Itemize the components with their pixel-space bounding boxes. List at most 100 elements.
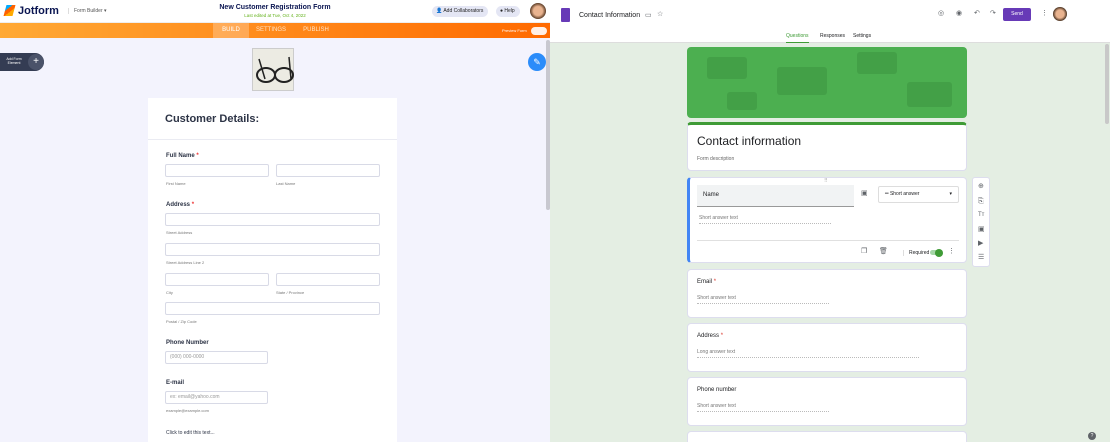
- form-heading[interactable]: Customer Details:: [165, 113, 259, 125]
- question-toolbar: ⊕ ⎘ Tт ▣ ▶ ☰: [972, 177, 990, 267]
- tab-settings[interactable]: Settings: [853, 33, 871, 39]
- help-button[interactable]: ● Help: [496, 6, 520, 17]
- avatar[interactable]: [1053, 7, 1067, 21]
- question-card[interactable]: Phone number Short answer text: [687, 377, 967, 426]
- question-label: Address *: [697, 333, 723, 339]
- question-type-label: Short answer: [889, 191, 920, 197]
- zip-input[interactable]: [165, 302, 380, 315]
- add-title-icon[interactable]: Tт: [978, 212, 984, 218]
- tab-publish[interactable]: PUBLISH: [297, 23, 335, 38]
- required-mark: *: [196, 153, 199, 159]
- street2-input[interactable]: [165, 243, 380, 256]
- scrollbar[interactable]: [1105, 44, 1109, 124]
- divider: [697, 240, 959, 241]
- undo-icon[interactable]: ↶: [974, 10, 980, 17]
- city-input[interactable]: [165, 273, 269, 286]
- add-question-icon[interactable]: ⊕: [978, 183, 984, 190]
- email-label: E-mail: [166, 380, 185, 386]
- preview-toggle[interactable]: [531, 27, 547, 35]
- street-sublabel: Street Address: [166, 230, 193, 235]
- question-title-input[interactable]: Name: [697, 185, 854, 207]
- required-mark: *: [713, 279, 717, 285]
- forms-logo-icon: [561, 8, 570, 22]
- tab-settings[interactable]: SETTINGS: [251, 23, 291, 38]
- google-forms-panel: Contact Information ▭ ☆ ◎ ◉ ↶ ↷ Send ⋮ Q…: [550, 0, 1110, 442]
- question-card[interactable]: Address * Long answer text: [687, 323, 967, 372]
- header-banner: [687, 47, 967, 118]
- question-text: Address: [697, 333, 720, 339]
- folder-icon[interactable]: ▭: [645, 12, 652, 19]
- question-label: Phone number: [697, 387, 737, 393]
- add-image-icon[interactable]: ▣: [978, 226, 985, 233]
- chevron-down-icon: ▾: [949, 191, 952, 197]
- state-input[interactable]: [276, 273, 380, 286]
- add-image-icon[interactable]: ▣: [861, 190, 868, 197]
- editable-text[interactable]: Click to edit this text...: [166, 430, 215, 436]
- phone-input[interactable]: (000) 000-0000: [165, 351, 268, 364]
- form-description[interactable]: Form description: [697, 156, 734, 162]
- answer-placeholder: Short answer text: [699, 215, 831, 224]
- first-name-input[interactable]: [165, 164, 269, 177]
- add-form-element-button[interactable]: Add Form Element +: [0, 53, 44, 71]
- phone-label: Phone Number: [166, 340, 209, 346]
- email-input[interactable]: ex: email@yahoo.com: [165, 391, 268, 404]
- google-forms-header: Contact Information ▭ ☆ ◎ ◉ ↶ ↷ Send ⋮ Q…: [550, 0, 1110, 43]
- form-title-heading[interactable]: Contact information: [697, 134, 801, 148]
- required-mark: *: [720, 333, 724, 339]
- send-button[interactable]: Send: [1003, 8, 1031, 21]
- redo-icon[interactable]: ↷: [990, 10, 996, 17]
- company-logo: [252, 48, 294, 91]
- avatar[interactable]: [530, 3, 546, 19]
- question-label: Email *: [697, 279, 716, 285]
- help-label: Help: [504, 8, 515, 14]
- required-toggle[interactable]: [930, 248, 943, 257]
- help-icon[interactable]: ?: [1088, 432, 1096, 440]
- add-element-label: Add Form Element: [6, 57, 22, 65]
- street-input[interactable]: [165, 213, 380, 226]
- add-video-icon[interactable]: ▶: [978, 240, 983, 247]
- drag-handle-icon[interactable]: ⠿: [824, 178, 828, 184]
- question-type-dropdown[interactable]: ═ Short answer ▾: [878, 186, 959, 203]
- preview-eye-icon[interactable]: ◉: [956, 10, 962, 17]
- required-mark: *: [191, 202, 195, 208]
- divider: [148, 139, 397, 140]
- street2-sublabel: Street Address Line 2: [166, 260, 205, 265]
- preview-form-label: Preview Form: [502, 28, 527, 33]
- question-title-text: Name: [703, 192, 720, 198]
- tab-build[interactable]: BUILD: [213, 23, 249, 38]
- plus-icon: +: [28, 54, 44, 70]
- answer-placeholder: Long answer text: [697, 349, 919, 358]
- question-text: Email: [697, 279, 713, 285]
- jotform-panel: Jotform Form Builder ▾ New Customer Regi…: [0, 0, 550, 442]
- answer-placeholder: Short answer text: [697, 403, 829, 412]
- city-sublabel: City: [166, 290, 173, 295]
- add-collaborators-button[interactable]: 👤 Add Collaborators: [432, 6, 489, 17]
- magic-wand-button[interactable]: ✎: [528, 53, 546, 71]
- add-collaborators-label: Add Collaborators: [443, 8, 484, 14]
- form-card: Customer Details: Full Name * First Name…: [148, 98, 397, 442]
- form-title-card: Contact information Form description: [687, 122, 967, 171]
- tab-questions[interactable]: Questions: [786, 33, 809, 43]
- address-text: Address: [166, 202, 191, 208]
- star-icon[interactable]: ☆: [657, 11, 663, 18]
- state-sublabel: State / Province: [276, 290, 305, 295]
- first-name-sublabel: First Name: [166, 181, 186, 186]
- import-questions-icon[interactable]: ⎘: [978, 198, 984, 205]
- last-name-input[interactable]: [276, 164, 380, 177]
- delete-icon[interactable]: 🗑: [879, 248, 888, 255]
- required-label: Required: [903, 250, 929, 256]
- palette-icon[interactable]: ◎: [938, 10, 944, 17]
- last-name-sublabel: Last Name: [276, 181, 296, 186]
- question-card[interactable]: Email * Short answer text: [687, 269, 967, 318]
- duplicate-icon[interactable]: ❐: [861, 248, 867, 255]
- answer-placeholder: Short answer text: [697, 295, 829, 304]
- more-vert-icon[interactable]: ⋮: [948, 248, 955, 255]
- email-hint: example@example.com: [166, 408, 209, 413]
- more-vert-icon[interactable]: ⋮: [1041, 10, 1048, 17]
- form-doc-title[interactable]: Contact Information: [579, 12, 640, 19]
- question-card[interactable]: [687, 431, 967, 442]
- question-card-active[interactable]: ⠿ Name ▣ ═ Short answer ▾ Short answer te…: [687, 177, 967, 263]
- full-name-text: Full Name: [166, 153, 195, 159]
- tab-responses[interactable]: Responses: [820, 33, 845, 39]
- add-section-icon[interactable]: ☰: [978, 254, 984, 261]
